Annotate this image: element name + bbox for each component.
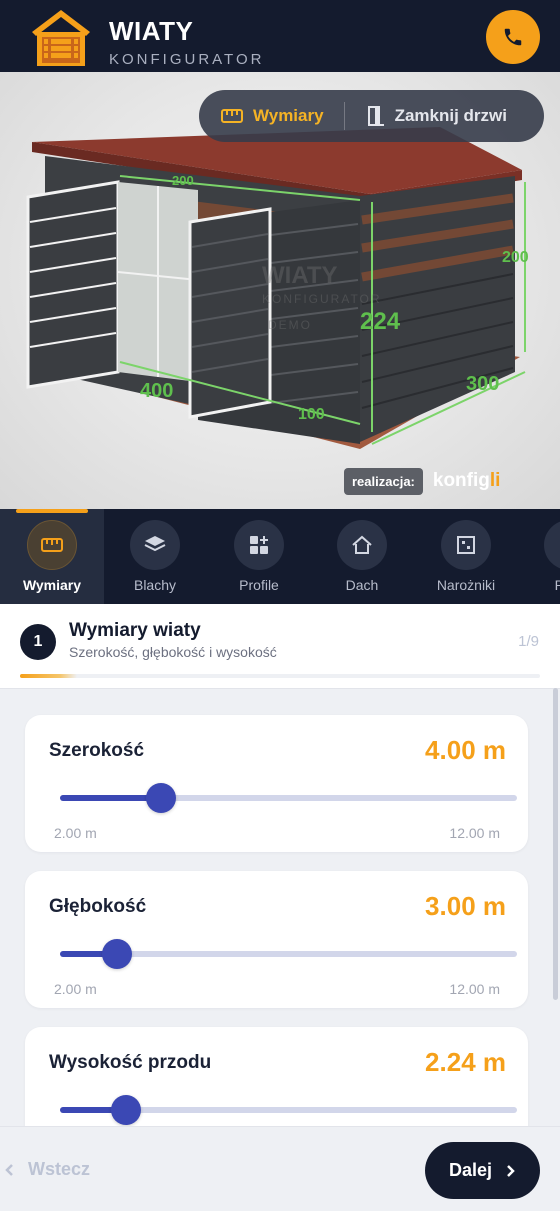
- step-header: 1 Wymiary wiaty Szerokość, głębokość i w…: [0, 604, 560, 689]
- slider-min-label: 2.00 m: [54, 981, 97, 997]
- slider-card-front-height: Wysokość przodu 2.24 m: [25, 1027, 528, 1126]
- category-label: Narożniki: [436, 577, 496, 593]
- phone-icon: [504, 28, 522, 46]
- category-profile[interactable]: Profile: [207, 509, 311, 604]
- dim-label-height: 224: [360, 308, 401, 335]
- app-title: WIATY: [109, 16, 194, 46]
- roof-icon: [337, 520, 387, 570]
- dim-label-top: 200: [172, 173, 194, 188]
- model-viewer[interactable]: 200 224 200 300 400 100 WIATY KONFIGURAT…: [0, 72, 560, 509]
- back-button[interactable]: Wstecz: [4, 1159, 90, 1180]
- step-title: Wymiary wiaty: [69, 620, 201, 641]
- step-number: 1: [20, 624, 56, 660]
- category-wymiary[interactable]: Wymiary: [0, 509, 104, 604]
- brand-accent: li: [489, 470, 501, 491]
- slider-card-depth: Głębokość 3.00 m 2.00 m 12.00 m: [25, 871, 528, 1008]
- dim-label-front-left: 400: [140, 380, 174, 402]
- more-icon: [544, 520, 560, 570]
- watermark-title: WIATY: [262, 262, 338, 289]
- footer-nav: Wstecz Dalej: [0, 1126, 560, 1211]
- close-doors-label: Zamknij drzwi: [394, 106, 507, 125]
- active-indicator: [16, 509, 88, 513]
- slider-value: 3.00 m: [425, 891, 506, 921]
- category-label: Profile: [239, 577, 279, 593]
- next-button[interactable]: Dalej: [425, 1142, 540, 1199]
- dim-label-side-height: 200: [502, 249, 529, 266]
- category-more[interactable]: Prze: [517, 509, 560, 604]
- next-label: Dalej: [448, 1160, 493, 1180]
- grid-plus-icon: [234, 520, 284, 570]
- slider-thumb[interactable]: [110, 1095, 141, 1125]
- slider-min-label: 2.00 m: [54, 825, 97, 841]
- slider-card-width: Szerokość 4.00 m 2.00 m 12.00 m: [25, 715, 528, 852]
- back-label: Wstecz: [28, 1159, 91, 1179]
- dim-label-front-right: 100: [298, 406, 325, 423]
- dimensions-toggle-label: Wymiary: [253, 106, 324, 125]
- category-blachy[interactable]: Blachy: [103, 509, 207, 604]
- slider-label: Szerokość: [49, 740, 145, 761]
- slider-label: Głębokość: [49, 896, 147, 917]
- category-label: Dach: [345, 577, 379, 593]
- realization-label: realizacja:: [344, 467, 423, 495]
- brand-name: konfig: [432, 470, 490, 491]
- call-button[interactable]: [486, 10, 540, 64]
- corner-icon: [441, 520, 491, 570]
- garage-logo-icon: [32, 10, 90, 66]
- slider-max-label: 12.00 m: [449, 981, 500, 997]
- category-label: Prze: [554, 577, 560, 593]
- brand-logo: konfigli: [433, 470, 501, 492]
- category-dach[interactable]: Dach: [310, 509, 414, 604]
- slider-thumb[interactable]: [102, 939, 133, 969]
- app-subtitle: KONFIGURATOR: [109, 51, 265, 68]
- chevron-right-icon: [507, 1164, 515, 1177]
- category-label: Blachy: [133, 577, 177, 593]
- depth-slider[interactable]: [60, 939, 517, 969]
- realization-badge[interactable]: realizacja: konfigli: [344, 467, 500, 495]
- door-icon: [367, 106, 384, 126]
- viewer-toolbar: Wymiary Zamknij drzwi: [199, 90, 544, 142]
- ruler-icon: [27, 520, 77, 570]
- close-doors-button[interactable]: Zamknij drzwi: [345, 90, 507, 142]
- slider-thumb[interactable]: [145, 783, 176, 813]
- watermark-tag: DEMO: [268, 318, 312, 332]
- slider-max-label: 12.00 m: [449, 825, 500, 841]
- watermark-subtitle: KONFIGURATOR: [262, 292, 382, 306]
- category-label: Wymiary: [22, 577, 82, 593]
- step-progress-fill: [20, 674, 78, 678]
- scrollbar[interactable]: [553, 688, 558, 1000]
- width-slider[interactable]: [60, 783, 517, 813]
- slider-list[interactable]: Szerokość 4.00 m 2.00 m 12.00 m Głębokoś…: [0, 690, 560, 1126]
- slider-label: Wysokość przodu: [49, 1052, 212, 1073]
- category-bar: Wymiary Blachy Profile Dach Narożniki Pr…: [0, 509, 560, 604]
- chevron-left-icon: [5, 1163, 13, 1176]
- layers-icon: [130, 520, 180, 570]
- slider-value: 4.00 m: [425, 735, 506, 765]
- category-narozniki[interactable]: Narożniki: [414, 509, 518, 604]
- ruler-icon: [221, 109, 243, 123]
- step-subtitle: Szerokość, głębokość i wysokość: [69, 644, 277, 660]
- step-progress-bar: [20, 674, 540, 678]
- dimensions-toggle-button[interactable]: Wymiary: [199, 102, 345, 130]
- app-header: WIATY KONFIGURATOR: [0, 0, 560, 72]
- front-height-slider[interactable]: [60, 1095, 517, 1125]
- step-counter: 1/9: [518, 633, 539, 650]
- slider-value: 2.24 m: [425, 1047, 506, 1077]
- dim-label-depth: 300: [466, 373, 500, 395]
